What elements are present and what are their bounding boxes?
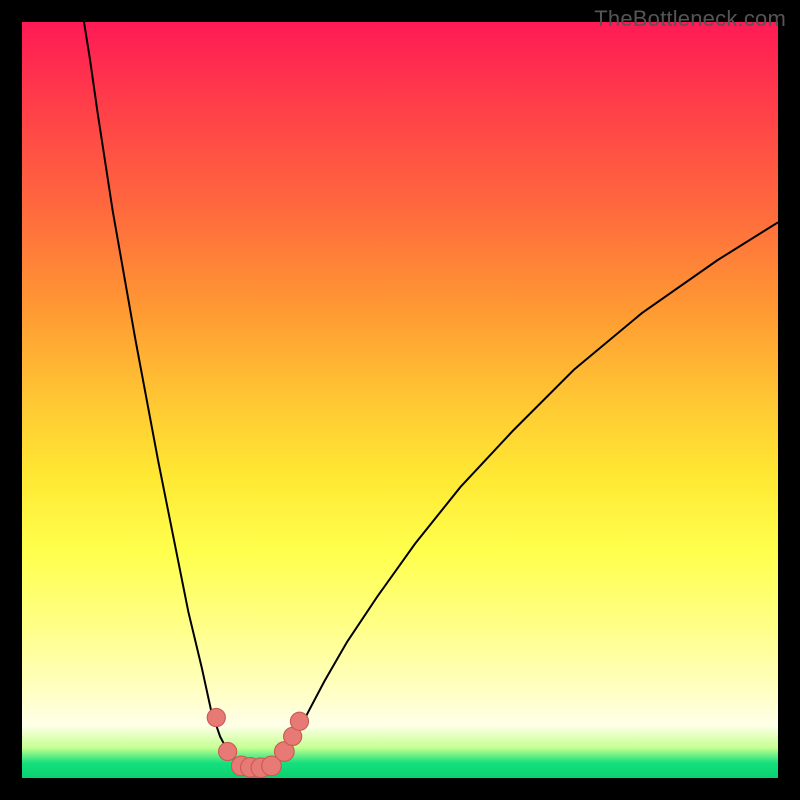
curve-right-branch bbox=[271, 222, 778, 766]
chart-svg bbox=[22, 22, 778, 778]
curve-left-branch bbox=[84, 22, 249, 766]
watermark-text: TheBottleneck.com bbox=[594, 6, 786, 32]
chart-plot-area bbox=[22, 22, 778, 778]
